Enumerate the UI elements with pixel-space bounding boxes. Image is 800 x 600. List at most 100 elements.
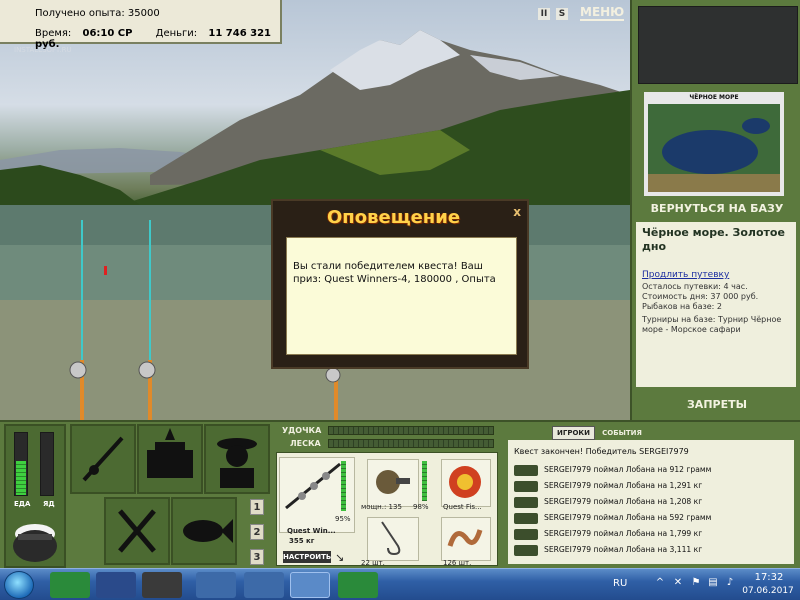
hook-slot[interactable] — [367, 517, 419, 561]
setup-button[interactable]: НАСТРОИТЬ — [283, 551, 331, 563]
reel-power: мощн.: 135 — [361, 503, 402, 511]
base-title: Чёрное море. Золотое дно — [642, 226, 785, 253]
catch-button[interactable] — [171, 497, 237, 565]
start-button[interactable] — [4, 571, 34, 599]
extend-voucher-link[interactable]: Продлить путевку — [642, 270, 790, 280]
time-label: Время: — [35, 28, 72, 39]
arrow-icon: ↘ — [335, 551, 345, 564]
fish-icon — [514, 529, 538, 540]
language-indicator[interactable]: RU — [613, 578, 627, 589]
hook-icon — [381, 521, 401, 556]
rods-button[interactable] — [70, 424, 136, 494]
rod-slot-3-button[interactable]: 3 — [250, 549, 264, 565]
tackle-box-button[interactable] — [137, 424, 203, 494]
tray-chevron-icon[interactable]: ^ — [654, 577, 666, 589]
tray-network-icon[interactable]: ▤ — [707, 577, 719, 589]
watermark-text: INSTALLSOFT.RU — [14, 46, 72, 54]
rod-durability-bar — [328, 426, 494, 435]
return-to-base-button[interactable]: ВЕРНУТЬСЯ НА БАЗУ — [632, 202, 800, 215]
clock-date[interactable]: 07.06.2017 — [740, 586, 796, 596]
list-item: SERGEI7979 поймал Лобана на 3,111 кг — [514, 542, 790, 558]
taskbar-chrome-icon[interactable] — [244, 572, 284, 598]
fisherman-button[interactable] — [204, 424, 270, 494]
taskbar-app-fonts-icon[interactable] — [96, 572, 136, 598]
poison-meter — [40, 432, 54, 496]
taskbar-folder-icon[interactable] — [196, 572, 236, 598]
tab-players[interactable]: ИГРОКИ — [552, 426, 595, 440]
cutlery-icon — [118, 509, 156, 553]
rod-slot-1-button[interactable]: 1 — [250, 499, 264, 515]
taskbar-app-t-icon[interactable] — [50, 572, 90, 598]
list-item: SERGEI7979 поймал Лобана на 1,291 кг — [514, 478, 790, 494]
poison-label: ЯД — [43, 500, 55, 508]
rod-line-status: УДОЧКА ЛЕСКА — [276, 422, 498, 452]
black-sea-map — [648, 104, 780, 192]
taskbar-app-t2-icon[interactable] — [338, 572, 378, 598]
food-meter — [14, 432, 28, 496]
popup-title: Оповещение — [327, 207, 461, 228]
taskbar-app-klev-icon[interactable] — [142, 572, 182, 598]
ad-box — [638, 6, 798, 84]
food-button[interactable] — [104, 497, 170, 565]
rod-name: Quest Win... — [287, 527, 336, 535]
bans-button[interactable]: ЗАПРЕТЫ — [632, 398, 800, 411]
bait-count: 126 шт. — [443, 559, 472, 567]
line-durability-bar — [328, 439, 494, 448]
reel-slot[interactable] — [367, 459, 419, 507]
pot-icon[interactable] — [10, 512, 60, 564]
windows-taskbar: RU ^ ✕ ⚑ ▤ ♪ 17:32 07.06.2017 — [0, 568, 800, 600]
player-info-panel: Получено опыта: 35000 Время: 06:10 СР Де… — [0, 0, 282, 50]
fish-icon — [514, 497, 538, 508]
equipment-panel: 95% Quest Win... 355 кг НАСТРОИТЬ ↘ мощн… — [276, 452, 498, 567]
rod-label: УДОЧКА — [282, 426, 322, 435]
bait-slot[interactable] — [441, 517, 491, 561]
fisherman-icon — [217, 438, 257, 488]
list-item: SERGEI7979 поймал Лобана на 912 грамм — [514, 462, 790, 478]
chat-tabs: ИГРОКИ СОБЫТИЯ — [552, 426, 646, 440]
experience-text: Получено опыта: 35000 — [35, 8, 160, 19]
list-item: SERGEI7979 поймал Лобана на 1,799 кг — [514, 526, 790, 542]
clock-time[interactable]: 17:32 — [744, 572, 794, 583]
game-window: Получено опыта: 35000 Время: 06:10 СР Де… — [0, 0, 800, 600]
tray-app-icon[interactable]: ✕ — [672, 577, 684, 589]
fish-icon — [514, 465, 538, 476]
rod-icon — [82, 436, 124, 482]
menu-button[interactable]: МЕНЮ — [580, 6, 625, 21]
tray-volume-icon[interactable]: ♪ — [724, 577, 736, 589]
fish-icon — [514, 513, 538, 524]
reel-icon — [376, 470, 410, 494]
line-label: ЛЕСКА — [290, 439, 321, 448]
rod-weight: 355 кг — [289, 537, 315, 545]
line-slot[interactable] — [441, 459, 491, 507]
popup-message: Вы стали победителем квеста! Ваш приз: Q… — [286, 237, 517, 355]
food-label: ЕДА — [14, 500, 31, 508]
time-money-row: Время: 06:10 СР Деньги: 11 746 321 руб. — [35, 28, 280, 50]
tournaments-text: Турниры на базе: Турнир Чёрное море - Мо… — [642, 315, 782, 334]
tab-events[interactable]: СОБЫТИЯ — [598, 427, 646, 439]
tray-flag-icon[interactable]: ⚑ — [690, 577, 702, 589]
time-value: 06:10 СР — [82, 28, 133, 39]
pause-button[interactable]: II — [538, 8, 550, 20]
worm-icon — [447, 529, 483, 547]
list-item: SERGEI7979 поймал Лобана на 592 грамм — [514, 510, 790, 526]
line-name: Quest Fis... — [443, 503, 482, 511]
right-panel: ЧЁРНОЕ МОРЕ ВЕРНУТЬСЯ НА БАЗУ Чёрное мор… — [630, 0, 800, 420]
map-title: ЧЁРНОЕ МОРЕ — [689, 94, 739, 101]
events-panel: ИГРОКИ СОБЫТИЯ Квест закончен! Победител… — [504, 422, 796, 568]
rod-slot-2-button[interactable]: 2 — [250, 524, 264, 540]
reel-percent: 98% — [413, 503, 429, 511]
food-meter-fill — [16, 461, 26, 495]
rod-percent: 95% — [335, 515, 351, 523]
sound-button[interactable]: S — [556, 8, 568, 20]
location-map-card[interactable]: ЧЁРНОЕ МОРЕ — [644, 92, 784, 196]
reel-level-bar — [422, 461, 427, 501]
day-cost-text: Стоимость дня: 37 000 руб. — [642, 292, 759, 301]
list-item: SERGEI7979 поймал Лобана на 1,208 кг — [514, 494, 790, 510]
close-icon[interactable]: x — [513, 205, 521, 219]
rod-level-bar — [341, 461, 346, 511]
fish-icon — [183, 519, 233, 543]
hooks-count: 22 шт. — [361, 559, 385, 567]
taskbar-butterfly-icon[interactable] — [290, 572, 330, 598]
fish-icon — [514, 545, 538, 556]
fish-icon — [514, 481, 538, 492]
